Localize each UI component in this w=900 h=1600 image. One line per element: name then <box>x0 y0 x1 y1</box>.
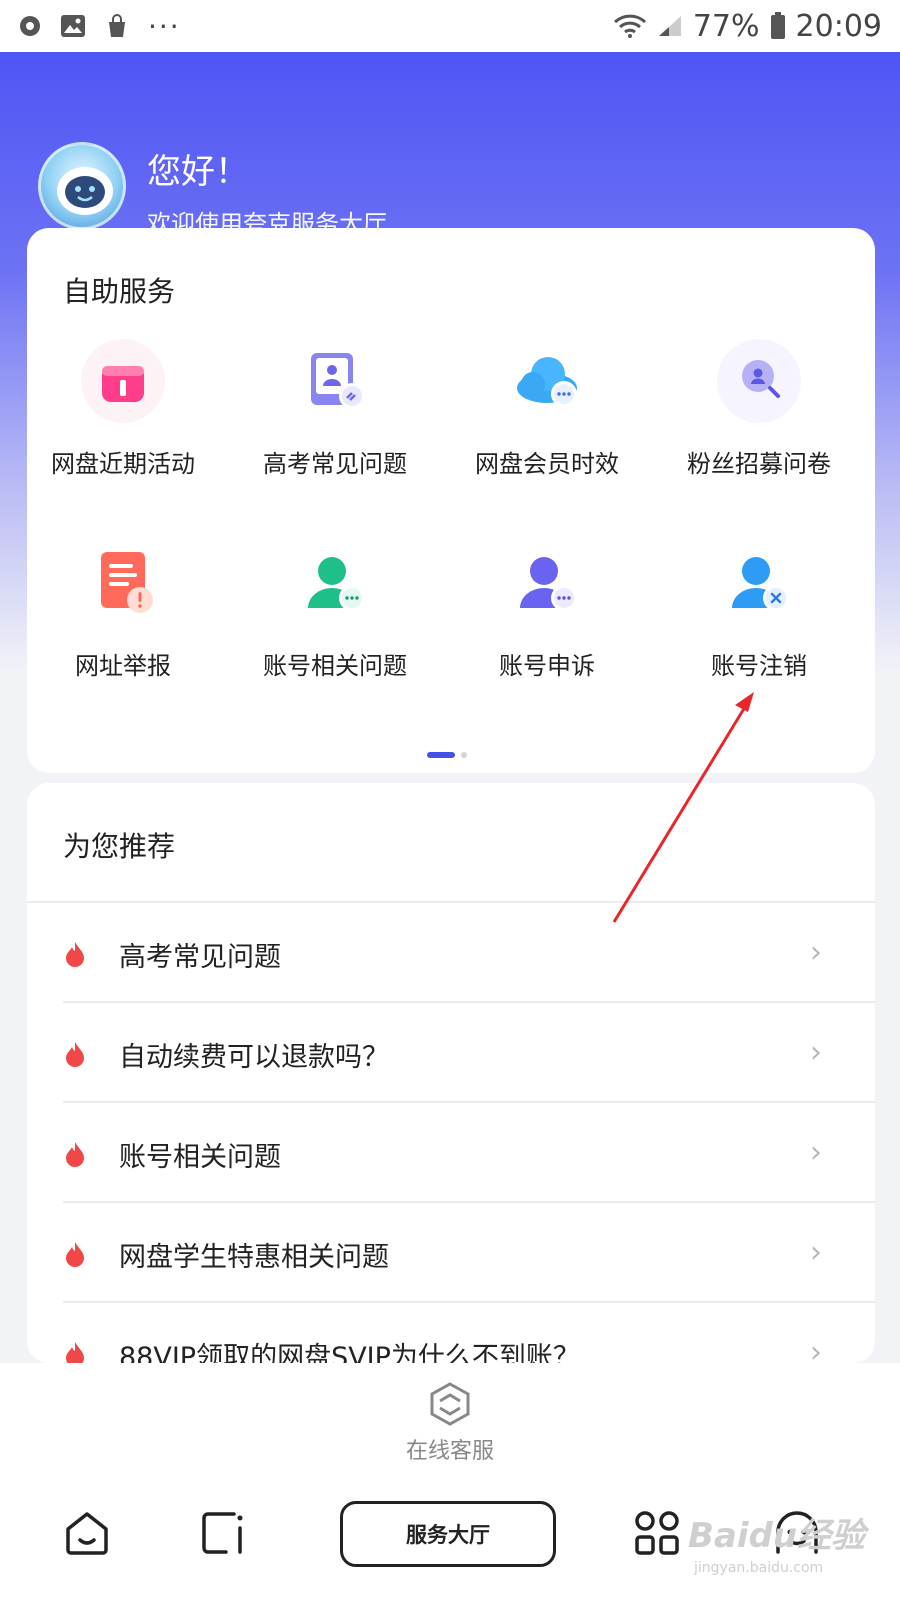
service-label: 账号注销 <box>711 652 807 680</box>
service-label: 网址举报 <box>75 652 171 680</box>
service-item-activities[interactable]: 网盘近期活动 <box>23 336 223 479</box>
recommend-card: 为您推荐 高考常见问题 › 自动续费可以退款吗？ › 账号相关问题 › 网盘学生… <box>27 783 875 1363</box>
page-indicator <box>427 752 467 758</box>
recommend-item-text: 账号相关问题 <box>119 1142 281 1173</box>
customer-service-label[interactable]: 在线客服 <box>0 1433 900 1465</box>
service-item-exam-faq[interactable]: 高考常见问题 <box>235 336 435 479</box>
user-remove-icon <box>714 538 804 628</box>
hot-flame-icon <box>66 1242 84 1267</box>
contact-card-link-icon <box>290 336 380 426</box>
gallery-icon <box>61 15 85 37</box>
recommend-item[interactable]: 高考常见问题 › <box>27 903 875 1003</box>
service-label: 账号相关问题 <box>263 652 407 680</box>
service-item-account-cancel[interactable]: 账号注销 <box>659 538 859 681</box>
recommend-item[interactable]: 自动续费可以退款吗？ › <box>27 1003 875 1103</box>
chevron-right-icon: › <box>810 1035 822 1070</box>
service-item-membership[interactable]: 网盘会员时效 <box>447 336 647 479</box>
user-search-icon <box>714 336 804 426</box>
service-label: 账号申诉 <box>499 652 595 680</box>
notification-app-icon <box>20 16 40 36</box>
gift-icon <box>78 336 168 426</box>
user-chat-green-icon <box>290 538 380 628</box>
mascot-avatar <box>38 142 126 230</box>
service-item-account-faq[interactable]: 账号相关问题 <box>235 538 435 681</box>
service-item-fan-survey[interactable]: 粉丝招募问卷 <box>659 336 859 479</box>
recommend-item[interactable]: 88VIP领取的网盘SVIP为什么不到账？ › <box>27 1303 875 1363</box>
greeting-title: 您好！ <box>147 152 249 192</box>
user-chat-purple-icon <box>502 538 592 628</box>
more-notifications: ··· <box>148 9 181 43</box>
recommend-item-text: 高考常见问题 <box>119 942 281 973</box>
recommend-item[interactable]: 账号相关问题 › <box>27 1103 875 1203</box>
service-label: 高考常见问题 <box>263 450 407 478</box>
chevron-right-icon: › <box>810 1235 822 1270</box>
chevron-right-icon: › <box>810 1135 822 1170</box>
self-service-title: 自助服务 <box>63 275 176 308</box>
cloud-chat-icon <box>502 336 592 426</box>
baidu-watermark-url: jingyan.baidu.com <box>694 1560 824 1576</box>
recommend-item-text: 88VIP领取的网盘SVIP为什么不到账？ <box>119 1342 580 1363</box>
service-hall-button[interactable]: 服务大厅 <box>340 1501 556 1567</box>
service-item-url-report[interactable]: 网址举报 <box>23 538 223 681</box>
recommend-item-text: 网盘学生特惠相关问题 <box>119 1242 389 1273</box>
recommend-title: 为您推荐 <box>63 830 176 863</box>
chevron-right-icon: › <box>810 935 822 970</box>
self-service-card: 自助服务 网盘近期活动 高考常见问题 网盘会员时效 粉丝招募问卷 网址举报 账号… <box>27 228 875 773</box>
service-label: 网盘会员时效 <box>475 450 619 478</box>
chevron-right-icon: › <box>810 1335 822 1363</box>
status-bar: ··· 77% 20:09 <box>0 0 900 52</box>
battery-icon <box>770 12 785 39</box>
service-label: 粉丝招募问卷 <box>687 450 831 478</box>
hot-flame-icon <box>66 942 84 967</box>
home-tab-icon[interactable] <box>64 1510 110 1556</box>
clock: 20:09 <box>795 8 882 44</box>
shopping-bag-icon <box>109 14 125 37</box>
battery-percent: 77% <box>692 8 760 44</box>
customer-service-icon[interactable] <box>428 1381 472 1427</box>
document-alert-icon <box>78 538 168 628</box>
page-dot-active <box>427 752 455 758</box>
signal-icon <box>658 16 681 36</box>
hot-flame-icon <box>66 1042 84 1067</box>
wifi-icon <box>613 14 646 38</box>
recommend-item[interactable]: 网盘学生特惠相关问题 › <box>27 1203 875 1303</box>
service-item-account-appeal[interactable]: 账号申诉 <box>447 538 647 681</box>
service-label: 网盘近期活动 <box>51 450 195 478</box>
apps-grid-tab-icon[interactable] <box>634 1510 680 1556</box>
baidu-watermark: Baidu经验 <box>688 1516 866 1556</box>
page-dot <box>461 752 467 758</box>
cloud-drive-tab-icon[interactable] <box>200 1510 248 1556</box>
hot-flame-icon <box>66 1342 84 1363</box>
recommend-item-text: 自动续费可以退款吗？ <box>119 1042 389 1073</box>
hot-flame-icon <box>66 1142 84 1167</box>
